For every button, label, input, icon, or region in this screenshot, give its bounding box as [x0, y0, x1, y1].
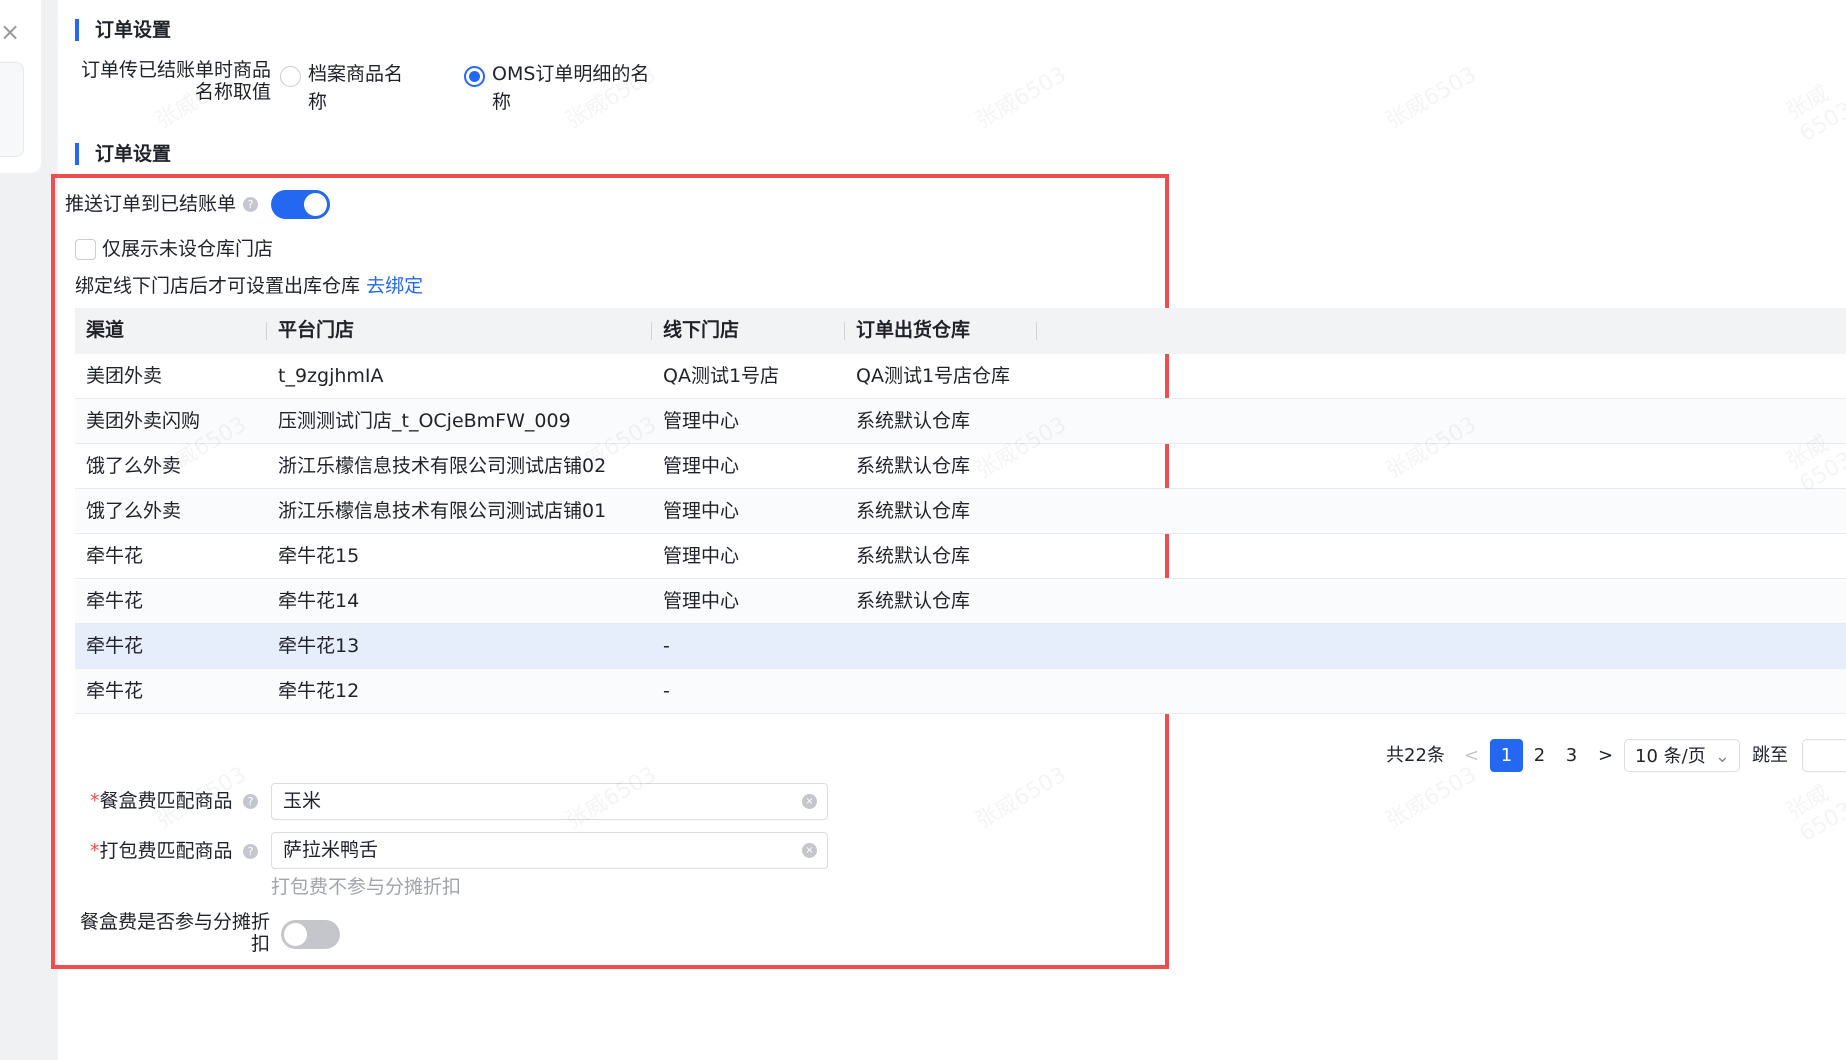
cell-offline-store: - — [663, 635, 670, 657]
cell-warehouse: 系统默认仓库 — [856, 410, 971, 432]
clear-icon[interactable]: × — [802, 843, 817, 858]
help-icon[interactable]: ? — [243, 794, 258, 809]
cell-channel: 牵牛花 — [86, 590, 144, 612]
table-header: 渠道 平台门店 线下门店 订单出货仓库 — [75, 308, 1846, 354]
header-offline-store: 线下门店 — [663, 319, 740, 341]
cell-platform-store: 浙江乐檬信息技术有限公司测试店铺02 — [278, 455, 607, 477]
cell-channel: 牵牛花 — [86, 545, 144, 567]
cell-offline-store: 管理中心 — [663, 455, 740, 477]
pack-fee-input[interactable]: 萨拉米鸭舌 × — [271, 832, 828, 869]
cell-channel: 饿了么外卖 — [86, 455, 182, 477]
section-title: 订单设置 — [75, 19, 171, 41]
cell-warehouse: 系统默认仓库 — [856, 455, 971, 477]
cell-warehouse: 系统默认仓库 — [856, 545, 971, 567]
cell-offline-store: 管理中心 — [663, 545, 740, 567]
store-table: 渠道 平台门店 线下门店 订单出货仓库 美团外卖 t_9zgjhmIA QA测试1号… — [75, 308, 1846, 714]
cell-warehouse: 系统默认仓库 — [856, 500, 971, 522]
help-icon[interactable]: ? — [243, 197, 258, 212]
table-row[interactable]: 牵牛花 牵牛花15 管理中心 系统默认仓库 — [75, 534, 1846, 579]
bind-link[interactable]: 去绑定 — [366, 275, 423, 297]
cell-offline-store: QA测试1号店 — [663, 365, 780, 387]
page-1[interactable]: 1 — [1490, 739, 1523, 772]
jump-label: 跳至 — [1752, 745, 1788, 766]
cell-warehouse: QA测试1号店仓库 — [856, 365, 1011, 387]
required-mark: * — [90, 840, 100, 862]
cell-platform-store: 牵牛花14 — [278, 590, 360, 612]
cell-channel: 饿了么外卖 — [86, 500, 182, 522]
close-icon[interactable]: × — [0, 18, 20, 46]
page-2[interactable]: 2 — [1523, 739, 1556, 772]
cell-channel: 牵牛花 — [86, 680, 144, 702]
next-page-icon[interactable]: > — [1598, 739, 1613, 772]
section-title: 订单设置 — [75, 143, 171, 165]
box-fee-input[interactable]: 玉米 × — [271, 783, 828, 820]
pack-fee-label-text: 打包费匹配商品 — [99, 840, 233, 862]
box-fee-value: 玉米 — [283, 790, 322, 812]
table-row[interactable]: 美团外卖闪购 压测测试门店_t_OCjeBmFW_009 管理中心 系统默认仓库 — [75, 399, 1846, 444]
cell-platform-store: 牵牛花15 — [278, 545, 360, 567]
jump-input[interactable] — [1802, 739, 1846, 772]
cell-channel: 美团外卖闪购 — [86, 410, 201, 432]
box-fee-label-text: 餐盒费匹配商品 — [99, 790, 233, 812]
box-fee-discount-toggle[interactable] — [281, 920, 340, 949]
pack-fee-value: 萨拉米鸭舌 — [283, 839, 379, 861]
push-label: 推送订单到已结账单 — [65, 193, 237, 215]
total-count: 共22条 — [1386, 745, 1445, 766]
clear-icon[interactable]: × — [802, 794, 817, 809]
radio-label: OMS订单明细的名称 — [492, 63, 650, 113]
cell-offline-store: 管理中心 — [663, 410, 740, 432]
chevron-down-icon: ⌄ — [1714, 746, 1730, 767]
cell-warehouse: 系统默认仓库 — [856, 590, 971, 612]
header-channel: 渠道 — [86, 319, 125, 341]
pack-fee-hint: 打包费不参与分摊折扣 — [271, 876, 462, 898]
table-row[interactable]: 牵牛花 牵牛花13 - — [75, 624, 1846, 669]
cell-channel: 美团外卖 — [86, 365, 163, 387]
prev-page-icon[interactable]: < — [1464, 739, 1479, 772]
header-warehouse: 订单出货仓库 — [856, 319, 971, 341]
push-toggle[interactable] — [271, 190, 330, 219]
radio-label: 档案商品名称 — [308, 63, 404, 113]
table-row[interactable]: 牵牛花 牵牛花14 管理中心 系统默认仓库 — [75, 579, 1846, 624]
header-platform-store: 平台门店 — [278, 319, 355, 341]
table-row[interactable]: 饿了么外卖 浙江乐檬信息技术有限公司测试店铺02 管理中心 系统默认仓库 — [75, 444, 1846, 489]
page-size-select[interactable]: 10 条/页 ⌄ — [1624, 739, 1740, 772]
page-size-value: 10 条/页 — [1635, 746, 1706, 767]
page-3[interactable]: 3 — [1555, 739, 1588, 772]
cell-platform-store: 浙江乐檬信息技术有限公司测试店铺01 — [278, 500, 607, 522]
cell-platform-store: 牵牛花13 — [278, 635, 360, 657]
table-row[interactable]: 饿了么外卖 浙江乐檬信息技术有限公司测试店铺01 管理中心 系统默认仓库 — [75, 489, 1846, 534]
cell-platform-store: 牵牛花12 — [278, 680, 360, 702]
name-source-label: 订单传已结账单时商品名称取值 — [80, 59, 271, 103]
table-row[interactable]: 美团外卖 t_9zgjhmIA QA测试1号店 QA测试1号店仓库 — [75, 354, 1846, 399]
cell-offline-store: 管理中心 — [663, 500, 740, 522]
bind-hint-text: 绑定线下门店后才可设置出库仓库 — [75, 275, 361, 297]
radio-icon[interactable] — [464, 66, 485, 87]
table-row[interactable]: 牵牛花 牵牛花12 - — [75, 669, 1846, 714]
cell-platform-store: 压测测试门店_t_OCjeBmFW_009 — [278, 410, 571, 432]
box-fee-label: *餐盒费匹配商品 — [90, 788, 233, 814]
pack-fee-label: *打包费匹配商品 — [90, 838, 233, 864]
cell-offline-store: - — [663, 680, 670, 702]
help-icon[interactable]: ? — [243, 844, 258, 859]
cell-offline-store: 管理中心 — [663, 590, 740, 612]
bind-hint: 绑定线下门店后才可设置出库仓库 去绑定 — [75, 273, 423, 299]
cell-platform-store: t_9zgjhmIA — [278, 365, 384, 387]
box-fee-discount-label: 餐盒费是否参与分摊折扣 — [79, 911, 270, 955]
required-mark: * — [90, 790, 100, 812]
cell-channel: 牵牛花 — [86, 635, 144, 657]
radio-icon[interactable] — [280, 66, 301, 87]
only-unset-label: 仅展示未设仓库门店 — [102, 238, 274, 260]
only-unset-checkbox[interactable] — [75, 239, 96, 260]
